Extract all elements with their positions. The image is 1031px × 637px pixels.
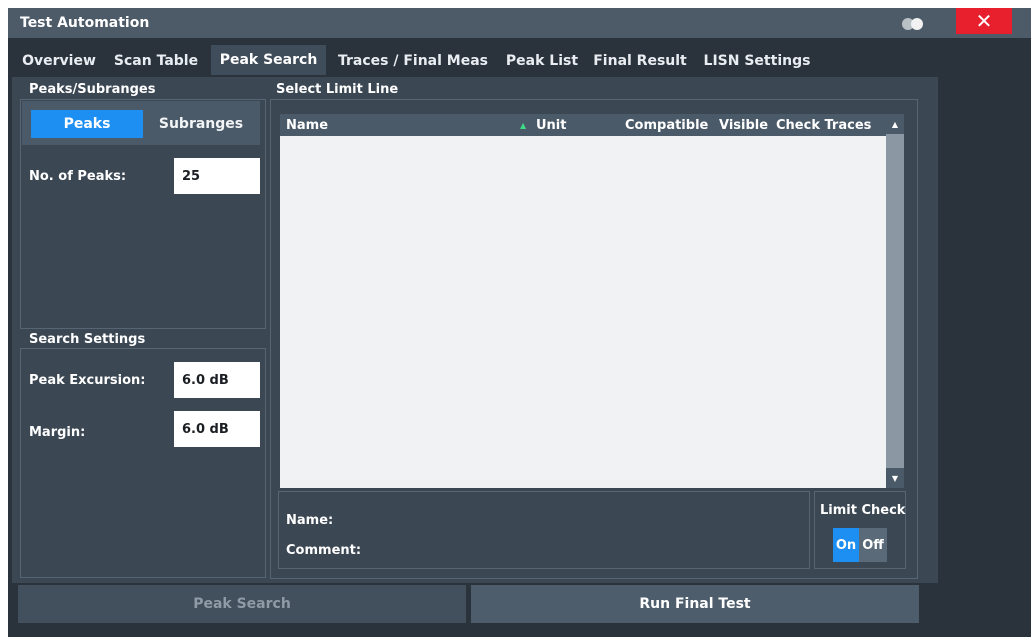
select-limit-line-title: Select Limit Line	[276, 82, 399, 97]
display-toggle-icon[interactable]	[902, 18, 928, 30]
limit-check-on[interactable]: On	[833, 528, 859, 562]
scroll-track[interactable]	[886, 134, 904, 468]
peak-excursion-label: Peak Excursion:	[29, 373, 146, 388]
search-settings-title: Search Settings	[29, 332, 146, 347]
comment-label: Comment:	[286, 543, 362, 558]
subranges-option[interactable]: Subranges	[146, 110, 256, 138]
tab-overview[interactable]: Overview	[16, 47, 102, 75]
sort-ascending-icon: ▲	[520, 121, 527, 130]
tab-peak-search[interactable]: Peak Search	[211, 45, 326, 75]
run-final-test-button[interactable]: Run Final Test	[471, 585, 919, 623]
margin-field[interactable]: 6.0 dB	[174, 411, 260, 447]
tab-final-result[interactable]: Final Result	[586, 47, 694, 75]
tab-scan-table[interactable]: Scan Table	[104, 47, 208, 75]
no-of-peaks-field[interactable]: 25	[174, 158, 260, 194]
column-unit[interactable]: Unit	[536, 118, 566, 133]
tab-lisn-settings[interactable]: LISN Settings	[696, 47, 818, 75]
no-of-peaks-label: No. of Peaks:	[29, 169, 127, 184]
limit-check-toggle[interactable]: On Off	[833, 528, 887, 562]
table-header: Name ▲ Unit Compatible Visible Check Tra…	[280, 114, 886, 136]
peak-search-button[interactable]: Peak Search	[18, 585, 466, 623]
limit-check-label: Limit Check	[820, 503, 906, 518]
close-button[interactable]: ✕	[956, 8, 1012, 34]
column-compatible[interactable]: Compatible	[625, 118, 708, 133]
table-body[interactable]	[280, 136, 886, 488]
column-visible[interactable]: Visible	[719, 118, 768, 133]
column-name[interactable]: Name	[286, 118, 328, 133]
tab-peak-list[interactable]: Peak List	[500, 47, 584, 75]
scroll-down-icon[interactable]: ▼	[886, 468, 904, 488]
peaks-subranges-title: Peaks/Subranges	[29, 82, 156, 97]
margin-label: Margin:	[29, 425, 86, 440]
scroll-up-icon[interactable]: ▲	[886, 114, 904, 134]
table-scrollbar[interactable]: ▲ ▼	[886, 114, 904, 488]
limit-line-table: Name ▲ Unit Compatible Visible Check Tra…	[280, 114, 904, 488]
window-title: Test Automation	[20, 15, 150, 31]
peaks-option[interactable]: Peaks	[31, 110, 143, 138]
column-check-traces[interactable]: Check Traces	[776, 118, 871, 133]
limit-check-off[interactable]: Off	[859, 528, 887, 562]
tab-traces-final-meas[interactable]: Traces / Final Meas	[328, 47, 498, 75]
peaks-subranges-switch: Peaks Subranges	[22, 101, 260, 145]
name-label: Name:	[286, 513, 334, 528]
title-bar: Test Automation ✕	[8, 8, 1031, 38]
peak-excursion-field[interactable]: 6.0 dB	[174, 362, 260, 398]
